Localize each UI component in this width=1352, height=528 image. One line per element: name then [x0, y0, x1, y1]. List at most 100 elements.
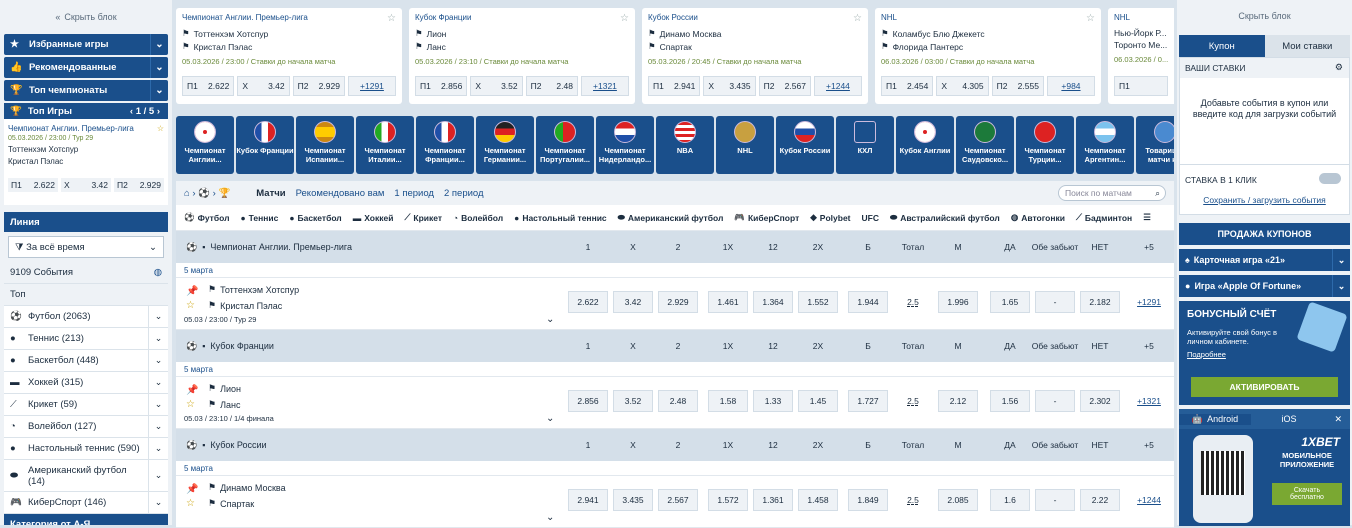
odd-button[interactable]: 2.941 — [568, 489, 608, 511]
odd-button[interactable]: 2.48 — [658, 390, 698, 412]
chevron-down-icon[interactable]: ⌄ — [150, 57, 168, 78]
sport-football[interactable]: ⚽ Футбол (2063) ⌄ — [4, 306, 168, 328]
sport-filter-badminton[interactable]: ⟋ Бадминтон — [1076, 212, 1132, 223]
star-icon[interactable]: ☆ — [186, 399, 195, 410]
chevron-down-icon[interactable]: ⌄ — [148, 350, 168, 371]
odd-button[interactable]: 1.33 — [753, 390, 793, 412]
odd-button[interactable]: 3.42 — [613, 291, 653, 313]
odd-p2[interactable]: П2 2.555 — [991, 76, 1044, 96]
odd-p1[interactable]: П1 — [1114, 76, 1168, 96]
sport-hockey[interactable]: ▬ Хоккей (315) ⌄ — [4, 372, 168, 394]
hide-block-button[interactable]: « Скрыть блок — [0, 0, 172, 34]
odd-button[interactable]: 1.361 — [753, 489, 793, 511]
sport-filter-polybet[interactable]: ◆ Polybet — [810, 212, 850, 223]
strip-item[interactable]: Чемпионат Англии... — [176, 116, 234, 174]
strip-item[interactable]: Кубок Франции — [236, 116, 294, 174]
chevron-down-icon[interactable]: ⌄ — [148, 306, 168, 327]
tab-period-1[interactable]: 1 период — [394, 188, 434, 199]
pin-icon[interactable]: 📌 — [186, 286, 198, 297]
odd-p2[interactable]: П2 2.48 — [525, 76, 578, 96]
tab-ios[interactable]: iOS — [1251, 414, 1323, 424]
more-markets-link[interactable]: +1291 — [1129, 291, 1169, 313]
strip-item[interactable]: Чемпионат Саудовско... — [956, 116, 1014, 174]
league-header[interactable]: ⚽ ▪ Кубок Франции 1 X 2 1X 12 2X Б Тотал М ДА Обе заб… — [176, 330, 1174, 362]
odd-button[interactable]: 2.12 — [938, 390, 978, 412]
tab-my-bets[interactable]: Мои ставки — [1264, 35, 1350, 57]
odd-button[interactable]: 1.727 — [848, 390, 888, 412]
more-markets-link[interactable]: +1321 — [1129, 390, 1169, 412]
strip-item[interactable]: Чемпионат Турции... — [1016, 116, 1074, 174]
chevron-down-icon[interactable]: ⌄ — [1332, 249, 1350, 271]
chevron-down-icon[interactable]: ⌄ — [1332, 275, 1350, 297]
odd-button[interactable]: 1.56 — [990, 390, 1030, 412]
coupon-sale-button[interactable]: ПРОДАЖА КУПОНОВ — [1179, 223, 1350, 245]
period-dropdown[interactable]: ⧩ За всё время ⌄ — [8, 236, 164, 258]
odd-button[interactable]: - — [1035, 291, 1075, 313]
odd-button[interactable]: 1.364 — [753, 291, 793, 313]
odd-button[interactable]: 1.944 — [848, 291, 888, 313]
sport-basketball[interactable]: ● Баскетбол (448) ⌄ — [4, 350, 168, 372]
sport-filter-volleyball[interactable]: ◔ Волейбол — [453, 213, 503, 223]
odd-button[interactable]: 2.5 — [893, 291, 933, 313]
odd-x[interactable]: Х 3.42 — [237, 76, 290, 96]
tab-recommended[interactable]: Рекомендовано вам — [296, 188, 385, 199]
nav-recommended[interactable]: 👍 Рекомендованные ⌄ — [4, 57, 168, 78]
odd-button[interactable]: 2.856 — [568, 390, 608, 412]
odd-button[interactable]: 2.302 — [1080, 390, 1120, 412]
odd-button[interactable]: 2.5 — [893, 390, 933, 412]
match-card[interactable]: Чемпионат Англии. Премьер-лига ☆ ⚑ Тоттенх… — [176, 8, 402, 104]
odd-button[interactable]: 3.435 — [613, 489, 653, 511]
match-row[interactable]: 📌 ☆ ⚑ Лион ⚑ Ланс 05.03 / 23:10 / 1/4 фина… — [176, 377, 1174, 429]
sport-american-football[interactable]: ⬬ Американский футбол (14) ⌄ — [4, 460, 168, 492]
tab-android[interactable]: 🤖 Android — [1179, 413, 1251, 425]
match-card[interactable]: NHL ☆ ⚑ Коламбус Блю Джекетс ⚑ Флорида Пант… — [875, 8, 1101, 104]
odd-p1[interactable]: П1 2.941 — [648, 76, 701, 96]
odd-button[interactable]: 1.58 — [708, 390, 748, 412]
top-game-card[interactable]: Чемпионат Англии. Премьер-лига ☆ 05.03.2… — [4, 119, 168, 205]
chevron-down-icon[interactable]: ⌄ — [148, 372, 168, 393]
save-load-link[interactable]: Сохранить / загрузить события — [1180, 195, 1349, 205]
apple-of-fortune[interactable]: ● Игра «Apple Of Fortune» ⌄ — [1179, 275, 1350, 297]
odd-button[interactable]: 1.572 — [708, 489, 748, 511]
strip-item[interactable]: NBA — [656, 116, 714, 174]
strip-item[interactable]: Чемпионат Германии... — [476, 116, 534, 174]
odd-button[interactable]: - — [1035, 489, 1075, 511]
league-header[interactable]: ⚽ ▪ Кубок России 1 X 2 1X 12 2X Б Тотал М ДА Обе забь… — [176, 429, 1174, 461]
activate-button[interactable]: АКТИВИРОВАТЬ — [1191, 377, 1338, 397]
chevron-down-icon[interactable]: ⌄ — [148, 328, 168, 349]
card-game-21[interactable]: ♠ Карточная игра «21» ⌄ — [1179, 249, 1350, 271]
nav-favorites[interactable]: ★ Избранные игры ⌄ — [4, 34, 168, 55]
star-icon[interactable]: ☆ — [387, 13, 396, 24]
strip-item[interactable]: Чемпионат Аргентин... — [1076, 116, 1134, 174]
sport-filter-tennis[interactable]: ● Теннис — [240, 213, 278, 223]
top-games-pager[interactable]: ‹ 1 / 5 › — [130, 106, 160, 117]
strip-item[interactable]: Кубок России — [776, 116, 834, 174]
bonus-more-link[interactable]: Подробнее — [1187, 350, 1342, 359]
star-icon[interactable]: ☆ — [186, 498, 195, 509]
tab-coupon[interactable]: Купон — [1179, 35, 1265, 57]
odd-x[interactable]: Х 3.52 — [470, 76, 523, 96]
star-icon[interactable]: ☆ — [157, 124, 164, 133]
strip-item[interactable]: КХЛ — [836, 116, 894, 174]
chevron-down-icon[interactable]: ⌄ — [546, 314, 554, 325]
menu-icon[interactable]: ☰ — [1143, 212, 1151, 223]
match-card[interactable]: Кубок Франции ☆ ⚑ Лион ⚑ Ланс 05.03.2026 / … — [409, 8, 635, 104]
close-icon[interactable]: ✕ — [1334, 414, 1342, 425]
strip-item[interactable]: NHL — [716, 116, 774, 174]
strip-item[interactable]: Чемпионат Португалии... — [536, 116, 594, 174]
match-card[interactable]: Кубок России ☆ ⚑ Динамо Москва ⚑ Спартак 05… — [642, 8, 868, 104]
odd-button[interactable]: 2.085 — [938, 489, 978, 511]
chevron-down-icon[interactable]: ⌄ — [148, 460, 168, 491]
strip-item[interactable]: Товарищ... матчи к... — [1136, 116, 1174, 174]
more-markets-link[interactable]: +1244 — [1129, 489, 1169, 511]
star-icon[interactable]: ☆ — [186, 300, 195, 311]
odd-button[interactable]: 1.45 — [798, 390, 838, 412]
more-markets-link[interactable]: +1291 — [347, 76, 397, 96]
globe-icon[interactable]: ◍ — [154, 267, 162, 278]
odd-button[interactable]: 2.22 — [1080, 489, 1120, 511]
sport-filter-motorsport[interactable]: ◍ Автогонки — [1011, 212, 1065, 223]
league-header[interactable]: ⚽ ▪ Чемпионат Англии. Премьер-лига 1 X 2 1X 12 2… — [176, 231, 1174, 263]
hide-block-button[interactable]: Скрыть блок — [1177, 0, 1352, 32]
strip-item[interactable]: Кубок Англии — [896, 116, 954, 174]
odd-x[interactable]: Х 4.305 — [936, 76, 989, 96]
